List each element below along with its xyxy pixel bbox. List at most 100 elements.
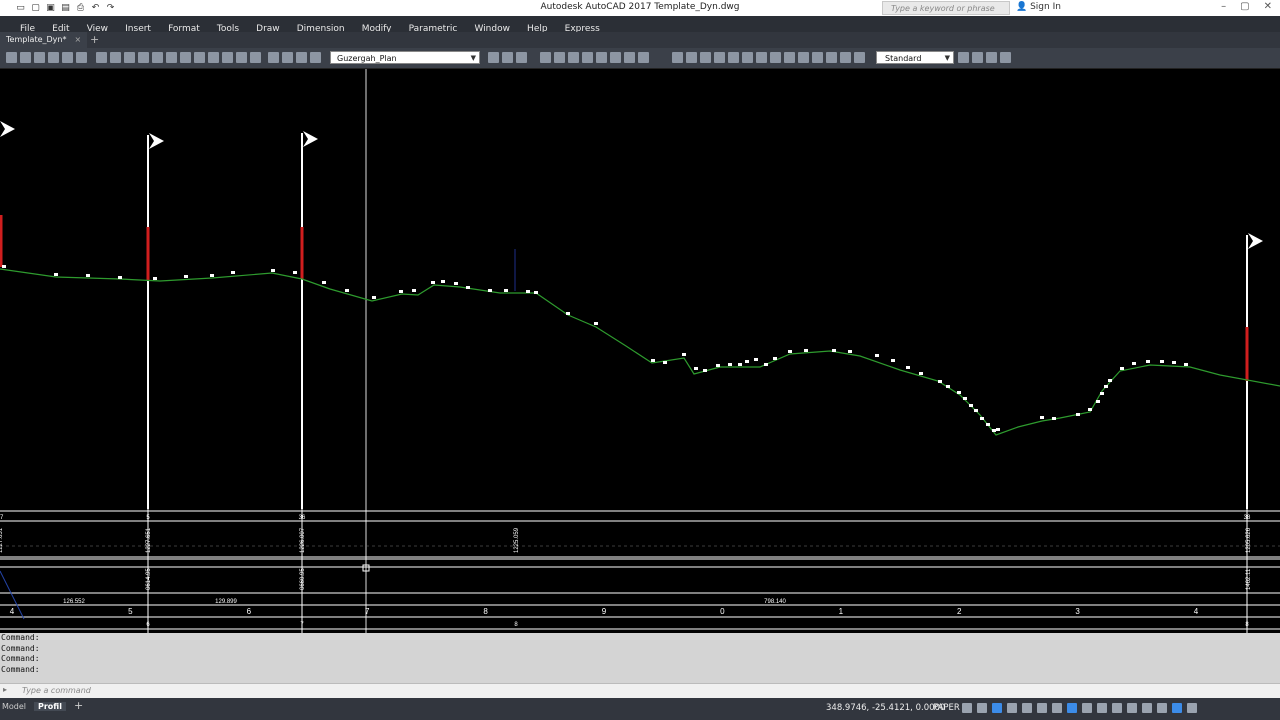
annotation-scale-icon[interactable] bbox=[1082, 703, 1092, 713]
tool-icon[interactable] bbox=[958, 52, 969, 63]
tool-icon[interactable] bbox=[728, 52, 739, 63]
tool-icon[interactable] bbox=[250, 52, 261, 63]
tool-icon[interactable] bbox=[488, 52, 499, 63]
tool-icon[interactable] bbox=[62, 52, 73, 63]
survey-point bbox=[919, 372, 923, 375]
tool-icon[interactable] bbox=[48, 52, 59, 63]
gear-icon[interactable] bbox=[1112, 703, 1122, 713]
tool-icon[interactable] bbox=[34, 52, 45, 63]
survey-point bbox=[996, 428, 1000, 431]
command-input[interactable]: ▸ Type a command bbox=[0, 683, 1280, 698]
snap-icon[interactable] bbox=[977, 703, 987, 713]
sun-icon[interactable] bbox=[296, 52, 307, 63]
arc-icon[interactable] bbox=[568, 52, 579, 63]
band-label: 37 bbox=[0, 515, 4, 521]
tool-icon[interactable] bbox=[770, 52, 781, 63]
plus-icon[interactable] bbox=[1127, 703, 1137, 713]
sign-in-button[interactable]: 👤 Sign In bbox=[1016, 2, 1061, 12]
survey-point bbox=[1088, 408, 1092, 411]
tool-icon[interactable] bbox=[152, 52, 163, 63]
circle-icon[interactable] bbox=[624, 52, 635, 63]
tool-icon[interactable] bbox=[20, 52, 31, 63]
close-icon[interactable]: ✕ bbox=[1264, 1, 1272, 12]
window-controls: – ▢ ✕ bbox=[1221, 1, 1272, 12]
hardware-icon[interactable] bbox=[1157, 703, 1167, 713]
workspace-icon[interactable] bbox=[1097, 703, 1107, 713]
tool-icon[interactable] bbox=[6, 52, 17, 63]
survey-point bbox=[738, 363, 742, 366]
line-icon[interactable] bbox=[540, 52, 551, 63]
tool-icon[interactable] bbox=[1000, 52, 1011, 63]
survey-point bbox=[1100, 392, 1104, 395]
survey-point bbox=[716, 364, 720, 367]
tool-icon[interactable] bbox=[714, 52, 725, 63]
tool-icon[interactable] bbox=[784, 52, 795, 63]
tool-icon[interactable] bbox=[110, 52, 121, 63]
tool-icon[interactable] bbox=[972, 52, 983, 63]
new-tab-icon[interactable]: + bbox=[90, 32, 99, 48]
survey-point bbox=[210, 274, 214, 277]
tool-icon[interactable] bbox=[516, 52, 527, 63]
lock-icon[interactable] bbox=[310, 52, 321, 63]
tool-icon[interactable] bbox=[798, 52, 809, 63]
tool-icon[interactable] bbox=[124, 52, 135, 63]
circle-icon[interactable] bbox=[596, 52, 607, 63]
station-flags bbox=[0, 121, 1263, 509]
lineweight-icon[interactable] bbox=[1037, 703, 1047, 713]
survey-point bbox=[454, 282, 458, 285]
tab-model[interactable]: Model bbox=[2, 702, 26, 711]
dimstyle-dropdown[interactable]: Standard ▼ bbox=[876, 51, 954, 64]
tool-icon[interactable] bbox=[166, 52, 177, 63]
tool-icon[interactable] bbox=[826, 52, 837, 63]
polar-icon[interactable] bbox=[992, 703, 1002, 713]
isolate-icon[interactable] bbox=[1142, 703, 1152, 713]
tool-icon[interactable] bbox=[672, 52, 683, 63]
bulb-icon[interactable] bbox=[282, 52, 293, 63]
triangle-icon[interactable] bbox=[638, 52, 649, 63]
add-layout-icon[interactable]: + bbox=[74, 699, 83, 712]
tool-icon[interactable] bbox=[502, 52, 513, 63]
clean-screen-icon[interactable] bbox=[1172, 703, 1182, 713]
drawing-canvas[interactable]: 37536381227.6511227.6511226.0071225.0591… bbox=[0, 69, 1280, 633]
tool-icon[interactable] bbox=[840, 52, 851, 63]
selection-cycling-icon[interactable] bbox=[1067, 703, 1077, 713]
tool-icon[interactable] bbox=[854, 52, 865, 63]
polyline-icon[interactable] bbox=[554, 52, 565, 63]
otrack-icon[interactable] bbox=[1022, 703, 1032, 713]
band-label: 5 bbox=[128, 607, 133, 616]
tool-icon[interactable] bbox=[742, 52, 753, 63]
layer-dropdown[interactable]: Guzergah_Plan ▼ bbox=[330, 51, 480, 64]
tool-icon[interactable] bbox=[180, 52, 191, 63]
osnap-icon[interactable] bbox=[1007, 703, 1017, 713]
tool-icon[interactable] bbox=[138, 52, 149, 63]
tool-icon[interactable] bbox=[756, 52, 767, 63]
tool-icon[interactable] bbox=[236, 52, 247, 63]
maximize-icon[interactable]: ▢ bbox=[1240, 1, 1249, 12]
tab-profil[interactable]: Profil bbox=[34, 702, 66, 711]
tool-icon[interactable] bbox=[686, 52, 697, 63]
tool-icon[interactable] bbox=[208, 52, 219, 63]
tool-icon[interactable] bbox=[96, 52, 107, 63]
tool-icon[interactable] bbox=[812, 52, 823, 63]
tool-icon[interactable] bbox=[194, 52, 205, 63]
coordinate-readout[interactable]: 348.9746, -25.4121, 0.0000 bbox=[826, 703, 945, 713]
band-label: 5 bbox=[146, 515, 150, 521]
hatch-icon[interactable] bbox=[582, 52, 593, 63]
tool-icon[interactable] bbox=[700, 52, 711, 63]
transparency-icon[interactable] bbox=[1052, 703, 1062, 713]
grid-icon[interactable] bbox=[962, 703, 972, 713]
layer-props-icon[interactable] bbox=[268, 52, 279, 63]
tool-icon[interactable] bbox=[986, 52, 997, 63]
minimize-icon[interactable]: – bbox=[1221, 1, 1226, 12]
survey-point bbox=[974, 409, 978, 412]
paper-space-toggle[interactable]: PAPER bbox=[933, 703, 960, 713]
menu-icon[interactable] bbox=[1187, 703, 1197, 713]
arc-icon[interactable] bbox=[610, 52, 621, 63]
search-input[interactable]: Type a keyword or phrase bbox=[882, 1, 1010, 15]
survey-point bbox=[788, 350, 792, 353]
tab-template-dyn[interactable]: Template_Dyn* × bbox=[0, 32, 88, 48]
tool-icon[interactable] bbox=[222, 52, 233, 63]
close-icon[interactable]: × bbox=[74, 35, 81, 44]
tool-icon[interactable] bbox=[76, 52, 87, 63]
user-icon: 👤 bbox=[1016, 2, 1028, 12]
